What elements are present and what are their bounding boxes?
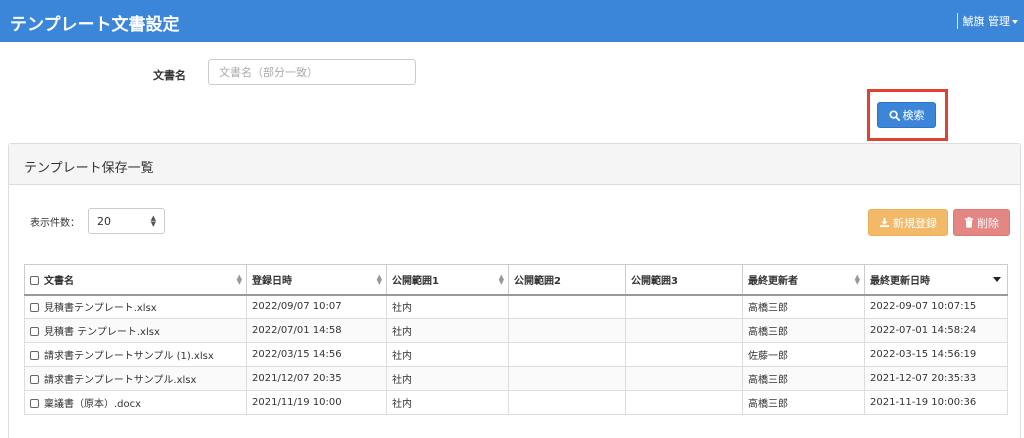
column-header-registered-at[interactable]: 登録日時 ▲ ▼	[246, 264, 387, 296]
select-all-checkbox[interactable]	[30, 275, 39, 285]
page-size-select[interactable]: 20 ▲ ▼	[88, 208, 165, 234]
cell-last-updated-at: 2021-11-19 10:00:36	[864, 390, 1008, 415]
column-header-scope-1[interactable]: 公開範囲1 ▲ ▼	[386, 264, 509, 296]
cell-registered-at: 2022/03/15 14:56	[246, 342, 387, 367]
sort-icon: ▲ ▼	[236, 273, 242, 286]
column-header-scope-2: 公開範囲2	[508, 264, 626, 296]
top-navbar: テンプレート文書設定 鯱旗 管理	[0, 0, 1024, 42]
cell-scope-3	[625, 366, 743, 391]
table-header-row: 文書名 ▲ ▼ 登録日時 ▲ ▼ 公開範囲1 ▲ ▼ 公開範囲2 公開範囲3 最終更新者 ▲ ▼…	[24, 264, 1008, 296]
new-register-label: 新規登録	[893, 216, 937, 230]
column-header-doc-name[interactable]: 文書名 ▲ ▼	[24, 264, 247, 296]
table-row[interactable]: 請求書テンプレートサンプル (1).xlsx 2022/03/15 14:56 …	[24, 342, 1008, 367]
delete-label: 削除	[977, 216, 999, 230]
column-header-last-updater[interactable]: 最終更新者 ▲ ▼	[742, 264, 865, 296]
sort-icon: ▲ ▼	[854, 273, 860, 286]
cell-scope-3	[625, 342, 743, 367]
cell-scope-3	[625, 318, 743, 343]
caret-down-icon	[1012, 20, 1018, 24]
cell-scope-1: 社内	[386, 390, 509, 415]
cell-last-updated-at: 2022-03-15 14:56:19	[864, 342, 1008, 367]
row-checkbox[interactable]	[30, 303, 39, 313]
sort-icon: ▲ ▼	[498, 273, 504, 286]
template-table: 文書名 ▲ ▼ 登録日時 ▲ ▼ 公開範囲1 ▲ ▼ 公開範囲2 公開範囲3 最終更新者 ▲ ▼…	[24, 264, 1008, 415]
cell-last-updater: 高橋三郎	[742, 390, 865, 415]
download-icon	[879, 217, 890, 228]
cell-doc-name[interactable]: 請求書テンプレートサンプル (1).xlsx	[24, 342, 247, 367]
cell-registered-at: 2021/11/19 10:00	[246, 390, 387, 415]
cell-last-updater: 高橋三郎	[742, 366, 865, 391]
cell-scope-2	[508, 390, 626, 415]
table-row[interactable]: 見積書テンプレート.xlsx 2022/09/07 10:07 社内 高橋三郎 …	[24, 294, 1008, 319]
user-menu-label: 鯱旗 管理	[962, 15, 1011, 28]
delete-button[interactable]: 削除	[953, 209, 1010, 236]
user-menu[interactable]: 鯱旗 管理	[956, 13, 1018, 29]
cell-registered-at: 2021/12/07 20:35	[246, 366, 387, 391]
cell-scope-1: 社内	[386, 318, 509, 343]
cell-doc-name[interactable]: 請求書テンプレートサンプル.xlsx	[24, 366, 247, 391]
cell-scope-3	[625, 390, 743, 415]
sort-icon: ▲ ▼	[376, 273, 382, 286]
row-checkbox[interactable]	[30, 375, 39, 384]
cell-scope-3	[625, 294, 743, 319]
template-list-panel: テンプレート保存一覧 表示件数： 20 ▲ ▼ 新規登録 削除 文書名 ▲ ▼ 登録日…	[8, 143, 1021, 438]
cell-last-updater: 佐藤一郎	[742, 342, 865, 367]
table-row[interactable]: 見積書 テンプレート.xlsx 2022/07/01 14:58 社内 高橋三郎…	[24, 318, 1008, 343]
column-header-last-updated-at[interactable]: 最終更新日時	[864, 264, 1008, 296]
row-checkbox[interactable]	[30, 399, 39, 408]
cell-last-updated-at: 2021-12-07 20:35:33	[864, 366, 1008, 391]
cell-doc-name[interactable]: 見積書テンプレート.xlsx	[24, 294, 247, 319]
cell-scope-2	[508, 294, 626, 319]
column-header-scope-3: 公開範囲3	[625, 264, 743, 296]
panel-title: テンプレート保存一覧	[9, 144, 1020, 185]
table-row[interactable]: 請求書テンプレートサンプル.xlsx 2021/12/07 20:35 社内 高…	[24, 366, 1008, 391]
page-size-value: 20	[97, 215, 111, 228]
cell-registered-at: 2022/07/01 14:58	[246, 318, 387, 343]
cell-scope-1: 社内	[386, 366, 509, 391]
page-title: テンプレート文書設定	[10, 15, 180, 35]
doc-name-input[interactable]	[208, 59, 416, 85]
select-arrows-icon: ▲ ▼	[150, 214, 156, 228]
cell-doc-name[interactable]: 稟議書（原本）.docx	[24, 390, 247, 415]
row-checkbox[interactable]	[30, 327, 39, 336]
search-button[interactable]: 検索	[877, 102, 936, 128]
cell-last-updated-at: 2022-07-01 14:58:24	[864, 318, 1008, 343]
search-button-label: 検索	[902, 109, 925, 122]
doc-name-label: 文書名	[153, 69, 186, 82]
cell-last-updater: 高橋三郎	[742, 294, 865, 319]
sort-desc-icon	[993, 277, 1001, 282]
row-checkbox[interactable]	[30, 351, 39, 360]
cell-scope-2	[508, 342, 626, 367]
table-row[interactable]: 稟議書（原本）.docx 2021/11/19 10:00 社内 高橋三郎 20…	[24, 390, 1008, 415]
cell-scope-1: 社内	[386, 342, 509, 367]
cell-scope-1: 社内	[386, 294, 509, 319]
trash-icon	[964, 217, 974, 228]
cell-last-updated-at: 2022-09-07 10:07:15	[864, 294, 1008, 319]
cell-registered-at: 2022/09/07 10:07	[246, 294, 387, 319]
cell-doc-name[interactable]: 見積書 テンプレート.xlsx	[24, 318, 247, 343]
page-size-label: 表示件数：	[30, 218, 80, 229]
new-register-button[interactable]: 新規登録	[868, 209, 948, 236]
search-icon	[888, 109, 900, 121]
cell-scope-2	[508, 366, 626, 391]
cell-scope-2	[508, 318, 626, 343]
cell-last-updater: 高橋三郎	[742, 318, 865, 343]
